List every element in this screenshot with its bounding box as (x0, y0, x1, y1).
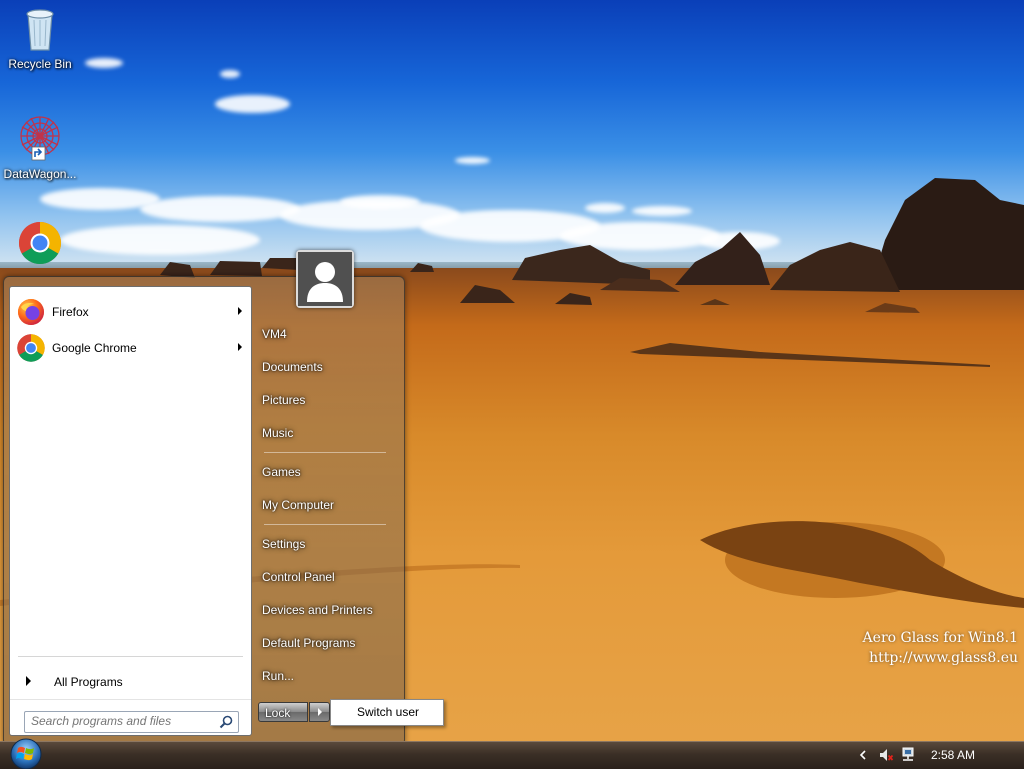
program-label: Google Chrome (52, 341, 137, 355)
menu-item-my-computer[interactable]: My Computer (262, 494, 334, 516)
search-input[interactable] (31, 712, 216, 730)
desktop-icon-chrome[interactable] (0, 220, 80, 269)
firefox-icon (18, 299, 44, 325)
taskbar: 2:58 AM (0, 741, 1024, 769)
menu-item-control-panel[interactable]: Control Panel (262, 566, 335, 588)
user-avatar-icon (298, 252, 352, 306)
lock-button[interactable]: Lock (258, 702, 308, 722)
search-icon[interactable] (219, 715, 233, 729)
chrome-icon (17, 334, 45, 362)
menu-item-music[interactable]: Music (262, 422, 293, 444)
submenu-arrow-icon[interactable] (238, 343, 242, 351)
clock[interactable]: 2:58 AM (931, 748, 975, 762)
menu-item-documents[interactable]: Documents (262, 356, 323, 378)
menu-item-pictures[interactable]: Pictures (262, 389, 305, 411)
separator (264, 452, 386, 453)
desktop-icon-datawagon[interactable]: DataWagon... (0, 114, 80, 181)
start-button[interactable] (8, 737, 44, 769)
system-tray: 2:58 AM (854, 742, 1024, 769)
separator (264, 524, 386, 525)
search-box[interactable] (24, 711, 239, 733)
all-programs-button[interactable]: All Programs (18, 672, 243, 692)
menu-item-games[interactable]: Games (262, 461, 301, 483)
desktop-icon-recycle-bin[interactable]: Recycle Bin (0, 6, 80, 71)
menu-item-devices-and-printers[interactable]: Devices and Printers (262, 599, 373, 621)
desktop-icon-label: Recycle Bin (8, 57, 72, 71)
program-google-chrome[interactable]: Google Chrome (12, 331, 248, 365)
menu-item-switch-user[interactable]: Switch user (357, 705, 419, 719)
power-options-arrow-button[interactable] (309, 702, 330, 722)
watermark-line2: http://www.glass8.eu (869, 650, 1018, 666)
menu-item-default-programs[interactable]: Default Programs (262, 632, 355, 654)
start-menu-programs-pane: Firefox Google Chrome All Programs (9, 286, 252, 736)
start-menu: Firefox Google Chrome All Programs Searc… (3, 276, 405, 746)
separator (10, 699, 251, 700)
program-firefox[interactable]: Firefox (12, 295, 248, 329)
program-label: Firefox (52, 305, 89, 319)
separator (18, 656, 243, 657)
submenu-arrow-icon[interactable] (238, 307, 242, 315)
arrow-right-icon (26, 676, 31, 686)
watermark-line1: Aero Glass for Win8.1 (862, 630, 1018, 646)
all-programs-label: All Programs (54, 675, 123, 689)
menu-item-user-folder[interactable]: VM4 (262, 323, 287, 345)
power-options-menu: Switch user (330, 699, 444, 726)
datawagon-shortcut-icon (20, 116, 60, 161)
desktop-icon-label: DataWagon... (3, 167, 77, 181)
menu-item-run[interactable]: Run... (262, 665, 294, 687)
chrome-icon (18, 222, 62, 265)
volume-muted-icon[interactable] (878, 747, 894, 763)
network-icon[interactable] (900, 747, 916, 763)
user-account-picture[interactable] (296, 250, 354, 308)
show-hidden-icons-chevron-icon[interactable] (858, 750, 868, 760)
start-menu-places-pane: VM4 Documents Pictures Music Games My Co… (254, 277, 404, 745)
arrow-right-icon (318, 708, 322, 716)
recycle-bin-icon (26, 9, 54, 51)
aero-glass-watermark: Aero Glass for Win8.1 http://www.glass8.… (863, 628, 1018, 668)
menu-item-settings[interactable]: Settings (262, 533, 305, 555)
